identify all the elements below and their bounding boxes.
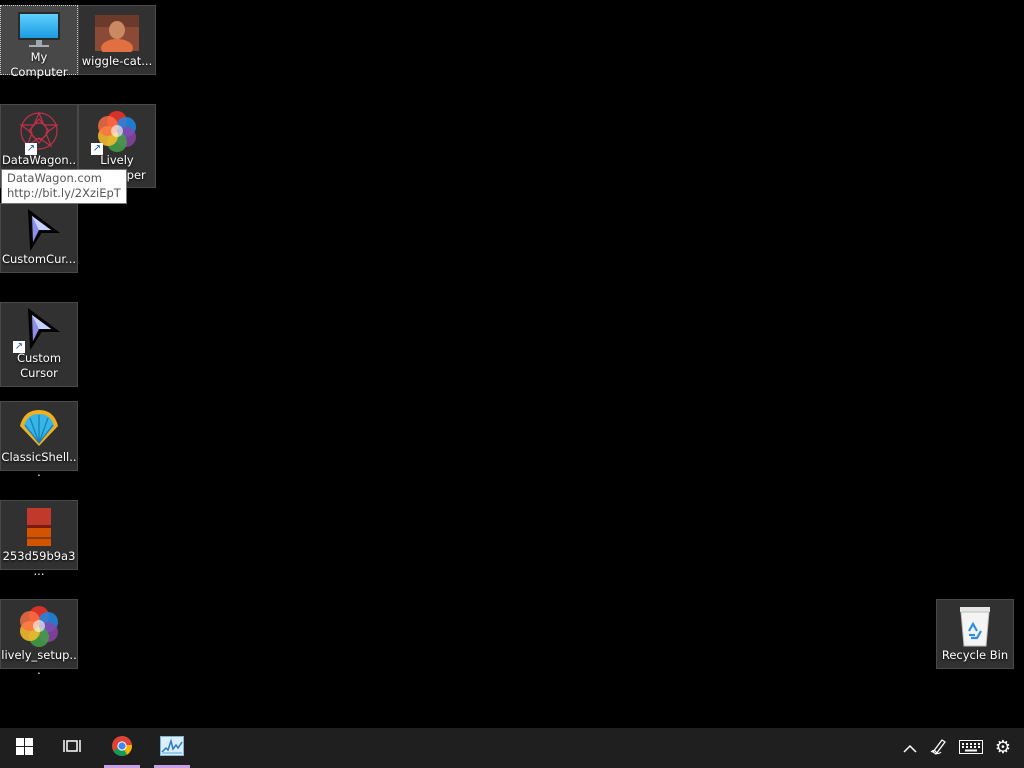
settings-button[interactable]: ⚙	[989, 728, 1017, 768]
desktop-icon-label: Custom Cursor	[16, 351, 62, 380]
desktop: My Computer wiggle-cat... ↗ DataWagon.. …	[0, 0, 1024, 728]
archive-icon	[15, 505, 63, 549]
photo-thumbnail-icon	[93, 10, 141, 54]
start-button[interactable]	[0, 728, 48, 768]
desktop-icon-recycle-bin[interactable]: Recycle Bin	[936, 599, 1014, 669]
monitor-icon	[15, 10, 63, 50]
gear-icon: ⚙	[994, 737, 1012, 758]
datawagon-icon: ↗	[15, 109, 63, 155]
desktop-icon-classicshell[interactable]: ClassicShell...	[0, 401, 78, 479]
desktop-icon-archive[interactable]: 253d59b9a3...	[0, 500, 78, 578]
cursor-icon	[15, 208, 63, 252]
recycle-bin-icon	[951, 604, 999, 648]
touch-keyboard-button[interactable]	[956, 728, 986, 768]
tooltip-url: http://bit.ly/2XziEpT	[7, 186, 121, 200]
desktop-icon-label: Recycle Bin	[941, 648, 1009, 662]
shortcut-arrow-icon: ↗	[91, 143, 103, 155]
shortcut-arrow-icon: ↗	[13, 341, 25, 353]
tooltip-title: DataWagon.com	[7, 171, 102, 185]
lively-icon: ↗	[91, 109, 141, 155]
pen-workspace-button[interactable]	[925, 728, 953, 768]
taskbar-resource-monitor[interactable]	[152, 728, 192, 768]
desktop-icon-lively-setup[interactable]: lively_setup...	[0, 599, 78, 677]
chrome-icon	[111, 735, 133, 761]
desktop-icon-label: CustomCur...	[1, 252, 76, 266]
desktop-icon-my-computer[interactable]: My Computer	[0, 5, 78, 79]
desktop-icon-customcursor-folder[interactable]: CustomCur...	[0, 203, 78, 273]
desktop-icon-label: My Computer	[10, 50, 68, 79]
chevron-up-icon	[903, 739, 917, 758]
desktop-icon-label: lively_setup...	[1, 648, 77, 677]
desktop-icon-label: ClassicShell...	[1, 450, 77, 479]
chart-app-icon	[160, 736, 184, 760]
desktop-icon-label: wiggle-cat...	[81, 54, 153, 68]
desktop-icon-label: 253d59b9a3...	[2, 549, 76, 578]
keyboard-icon	[959, 739, 983, 758]
taskbar: ⚙	[0, 728, 1024, 768]
taskbar-chrome[interactable]	[102, 728, 142, 768]
cursor-icon: ↗	[13, 307, 63, 353]
lively-icon	[15, 604, 63, 648]
desktop-icon-wiggle-cat[interactable]: wiggle-cat...	[78, 5, 156, 75]
tooltip: DataWagon.com http://bit.ly/2XziEpT	[1, 169, 127, 204]
windows-logo-icon	[15, 737, 33, 759]
shortcut-arrow-icon: ↗	[25, 143, 37, 155]
shell-icon	[15, 406, 63, 450]
task-view-button[interactable]	[48, 728, 96, 768]
desktop-icon-custom-cursor[interactable]: ↗ Custom Cursor	[0, 302, 78, 387]
pen-icon	[930, 737, 948, 759]
show-hidden-icons-button[interactable]	[896, 728, 924, 768]
task-view-icon	[63, 738, 81, 758]
